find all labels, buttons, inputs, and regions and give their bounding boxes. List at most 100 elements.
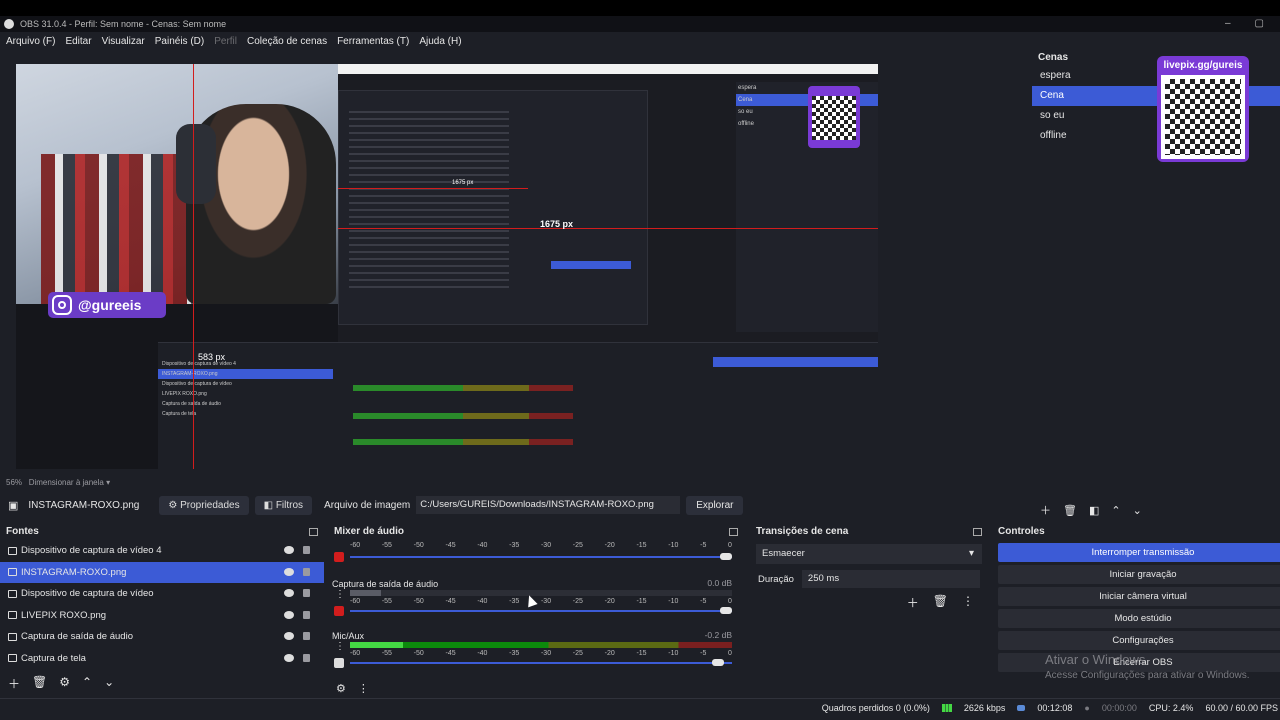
source-item[interactable]: Captura de saída de áudio [0, 626, 324, 648]
scale-mode[interactable]: Dimensionar à janela [29, 478, 104, 487]
source-item[interactable]: Dispositivo de captura de vídeo 4 [0, 540, 324, 562]
tick: -60 [350, 542, 361, 549]
tick: -5 [700, 542, 707, 549]
add-icon[interactable]: ＋ [8, 675, 20, 692]
tick: -25 [572, 650, 583, 657]
menu-docks[interactable]: Painéis (D) [155, 36, 204, 47]
tick: -35 [509, 650, 520, 657]
tick: -30 [540, 542, 552, 549]
source-item[interactable]: Dispositivo de captura de vídeo [0, 583, 324, 605]
more-icon[interactable]: ⋮ [335, 589, 345, 600]
tick: -25 [572, 598, 583, 605]
tick: -40 [477, 598, 488, 605]
volume-slider[interactable] [350, 556, 732, 558]
lock-icon[interactable] [303, 546, 310, 554]
nested-rows [349, 111, 509, 291]
trash-icon[interactable]: 🗑 [32, 675, 47, 692]
lock-icon[interactable] [303, 589, 310, 597]
tick: -35 [509, 542, 520, 549]
menu-file[interactable]: Arquivo (F) [6, 36, 55, 47]
background-clothes [41, 154, 191, 304]
eye-icon[interactable] [284, 610, 294, 619]
transitions-header: Transições de cena [750, 524, 988, 540]
level-meter [350, 590, 732, 596]
mute-icon[interactable] [334, 606, 344, 616]
chevron-down-icon[interactable]: ⌄ [104, 675, 114, 692]
source-item[interactable]: INSTAGRAM-ROXO.png [0, 561, 324, 583]
add-icon[interactable]: ＋ [907, 594, 919, 611]
more-icon[interactable]: ⋮ [358, 682, 369, 695]
meter-scale: -60 -55 -50 -45 -40 -35 -30 -25 -20 -15 -10 -5 0 [350, 542, 732, 549]
preview-area[interactable]: @gureeis espera Cena so eu offline Dispo… [0, 50, 1030, 490]
nested-source: Captura de saída de áudio [162, 401, 221, 407]
filters-button[interactable]: ◧ Filtros [254, 495, 313, 515]
eye-icon[interactable] [284, 567, 294, 576]
menu-edit[interactable]: Editar [65, 36, 91, 47]
source-label: Dispositivo de captura de vídeo [21, 588, 154, 600]
eye-icon[interactable] [284, 653, 294, 662]
instagram-icon [52, 295, 72, 315]
lock-icon[interactable] [303, 567, 310, 576]
volume-knob[interactable] [720, 553, 732, 560]
preview-canvas[interactable]: @gureeis espera Cena so eu offline Dispo… [16, 64, 878, 469]
record-time: 00:00:00 [1101, 702, 1137, 713]
menu-tools[interactable]: Ferramentas (T) [337, 36, 409, 47]
start-recording-button[interactable]: Iniciar gravação [998, 565, 1280, 584]
settings-button[interactable]: Configurações [998, 631, 1280, 650]
stop-streaming-button[interactable]: Interromper transmissão [998, 543, 1280, 562]
eye-icon[interactable] [284, 589, 294, 597]
speaker-icon[interactable] [334, 658, 344, 668]
tick: -45 [445, 598, 456, 605]
maximize-icon[interactable]: ▢ [1255, 18, 1264, 29]
lock-icon[interactable] [303, 632, 310, 640]
properties-button[interactable]: ⚙ Propriedades [159, 495, 249, 515]
undock-icon[interactable] [973, 528, 982, 536]
gear-icon[interactable]: ⚙ [59, 675, 70, 692]
volume-knob[interactable] [720, 607, 732, 614]
studio-mode-button[interactable]: Modo estúdio [998, 609, 1280, 628]
transition-select[interactable]: Esmaecer [756, 544, 982, 564]
more-icon[interactable]: ⋮ [962, 594, 974, 611]
mixer-channel: Mic/Aux -0.2 dB ⋮ -60 -55 -50 -45 -40 -35 -30-… [328, 628, 744, 680]
eye-icon[interactable] [284, 632, 294, 640]
filter-icon[interactable]: ◧ [1089, 504, 1099, 517]
gear-icon[interactable]: ⚙ [336, 682, 346, 695]
mute-icon[interactable] [334, 552, 344, 562]
more-icon[interactable]: ⋮ [335, 641, 345, 652]
chevron-down-icon[interactable]: ▾ [106, 478, 110, 487]
source-item[interactable]: LIVEPIX ROXO.png [0, 605, 324, 627]
volume-slider[interactable] [350, 662, 732, 664]
tick: -15 [636, 542, 647, 549]
volume-knob[interactable] [712, 659, 724, 666]
lock-icon[interactable] [303, 653, 310, 662]
duration-input[interactable]: 250 ms [801, 570, 980, 588]
minimize-icon[interactable]: – [1225, 18, 1231, 29]
menu-profile[interactable]: Perfil [214, 36, 237, 47]
meter-scale: -60 -55 -50 -45 -40 -35 -30 -25 -20 -15 -10 -5 0 [350, 650, 732, 657]
source-item[interactable]: Captura de tela [0, 648, 324, 670]
menu-view[interactable]: Visualizar [102, 36, 145, 47]
undock-icon[interactable] [729, 528, 738, 536]
volume-slider[interactable] [350, 610, 732, 612]
chevron-up-icon[interactable]: ⌃ [1111, 504, 1120, 517]
eye-icon[interactable] [284, 546, 294, 554]
explore-button[interactable]: Explorar [686, 495, 744, 515]
add-icon[interactable]: ＋ [1040, 502, 1051, 518]
chevron-up-icon[interactable]: ⌃ [82, 675, 92, 692]
instagram-handle: @gureeis [78, 297, 142, 313]
tick: -50 [413, 598, 424, 605]
tick: -55 [381, 542, 392, 549]
trash-icon[interactable]: 🗑 [933, 594, 948, 611]
trash-icon[interactable]: 🗑 [1063, 504, 1077, 517]
tick: -5 [700, 650, 707, 657]
menu-scene-collection[interactable]: Coleção de cenas [247, 36, 327, 47]
undock-icon[interactable] [309, 528, 318, 536]
sources-toolbar: ＋ 🗑 ⚙ ⌃ ⌄ [0, 669, 324, 698]
instagram-badge: @gureeis [48, 292, 166, 318]
tick: -40 [477, 650, 488, 657]
image-path-field[interactable]: C:/Users/GUREIS/Downloads/INSTAGRAM-ROXO… [416, 496, 681, 514]
chevron-down-icon[interactable]: ⌄ [1133, 504, 1142, 517]
start-virtual-camera-button[interactable]: Iniciar câmera virtual [998, 587, 1280, 606]
menu-help[interactable]: Ajuda (H) [419, 36, 461, 47]
lock-icon[interactable] [303, 610, 310, 619]
